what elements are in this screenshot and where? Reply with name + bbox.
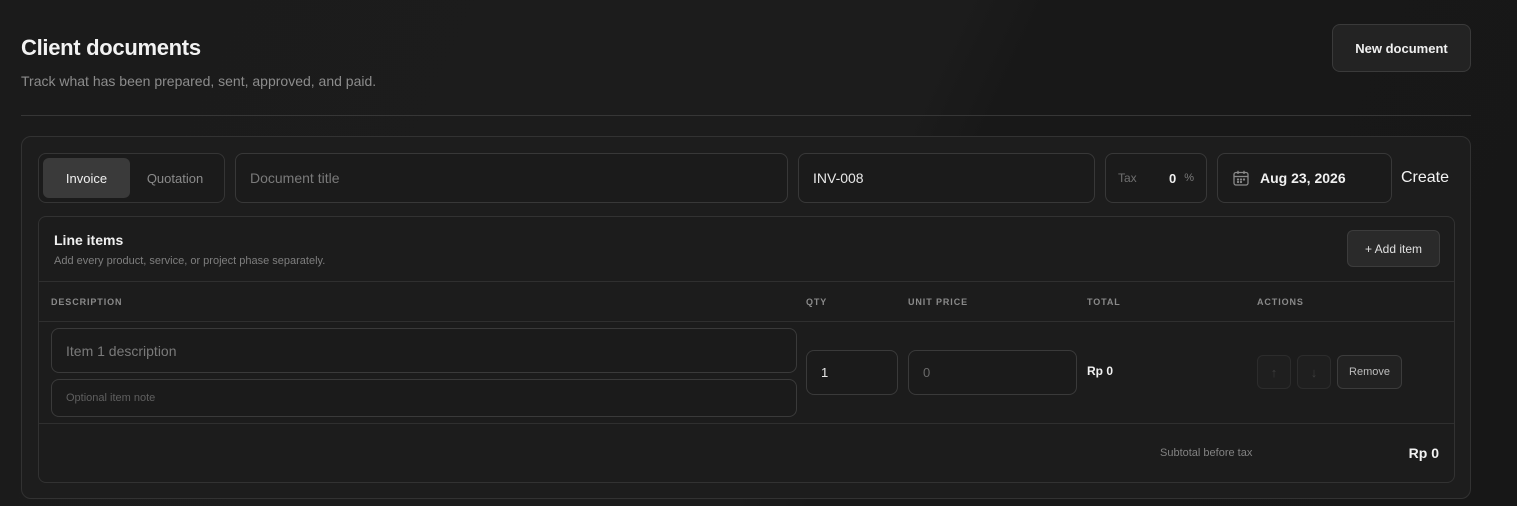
item-qty-input[interactable] (821, 365, 883, 380)
document-title-input[interactable] (250, 170, 773, 186)
client-documents-page: Client documents Track what has been pre… (0, 0, 1517, 506)
column-header-actions: ACTIONS (1257, 297, 1304, 307)
item-description-input[interactable] (66, 342, 782, 359)
document-title-field (235, 153, 788, 203)
arrow-up-icon: ↑ (1270, 364, 1278, 380)
line-items-panel: Line items Add every product, service, o… (38, 216, 1455, 483)
tax-value[interactable]: 0 (1169, 171, 1176, 186)
line-items-subtitle: Add every product, service, or project p… (54, 255, 326, 267)
column-header-qty: QTY (806, 297, 828, 307)
add-item-button[interactable]: + Add item (1347, 230, 1440, 267)
item-note-input[interactable] (66, 392, 782, 404)
doc-type-quotation[interactable]: Quotation (130, 158, 220, 198)
column-header-unit-price: UNIT PRICE (908, 297, 969, 307)
page-title: Client documents (21, 35, 201, 60)
document-form-card: Invoice Quotation Tax 0 % (21, 136, 1471, 499)
subtotal-label: Subtotal before tax (1160, 447, 1253, 459)
tax-unit: % (1184, 172, 1194, 184)
divider (39, 423, 1454, 424)
header-divider (21, 115, 1471, 116)
item-qty-field (806, 350, 898, 395)
subtotal-value: Rp 0 (1408, 445, 1439, 461)
tax-label: Tax (1118, 171, 1137, 185)
line-items-title: Line items (54, 232, 124, 248)
item-unit-price-field (908, 350, 1077, 395)
date-value: Aug 23, 2026 (1260, 170, 1346, 186)
document-number-input[interactable] (813, 170, 1080, 186)
column-header-total: TOTAL (1087, 297, 1121, 307)
item-description-field (51, 328, 797, 373)
doc-type-invoice[interactable]: Invoice (43, 158, 131, 198)
move-down-button[interactable]: ↓ (1297, 355, 1331, 389)
document-number-field (798, 153, 1095, 203)
date-picker[interactable]: Aug 23, 2026 (1217, 153, 1392, 203)
item-total: Rp 0 (1087, 364, 1114, 378)
calendar-icon (1232, 169, 1250, 187)
page-subtitle: Track what has been prepared, sent, appr… (21, 73, 377, 89)
create-button[interactable]: Create (1401, 167, 1449, 189)
divider (39, 321, 1454, 322)
document-type-toggle: Invoice Quotation (38, 153, 225, 203)
new-document-button[interactable]: New document (1332, 24, 1471, 72)
tax-field[interactable]: Tax 0 % (1105, 153, 1207, 203)
arrow-down-icon: ↓ (1310, 364, 1318, 380)
item-note-field (51, 379, 797, 417)
item-unit-price-input[interactable] (923, 365, 1062, 380)
column-header-description: DESCRIPTION (51, 297, 123, 307)
divider (39, 281, 1454, 282)
move-up-button[interactable]: ↑ (1257, 355, 1291, 389)
remove-item-button[interactable]: Remove (1337, 355, 1402, 389)
